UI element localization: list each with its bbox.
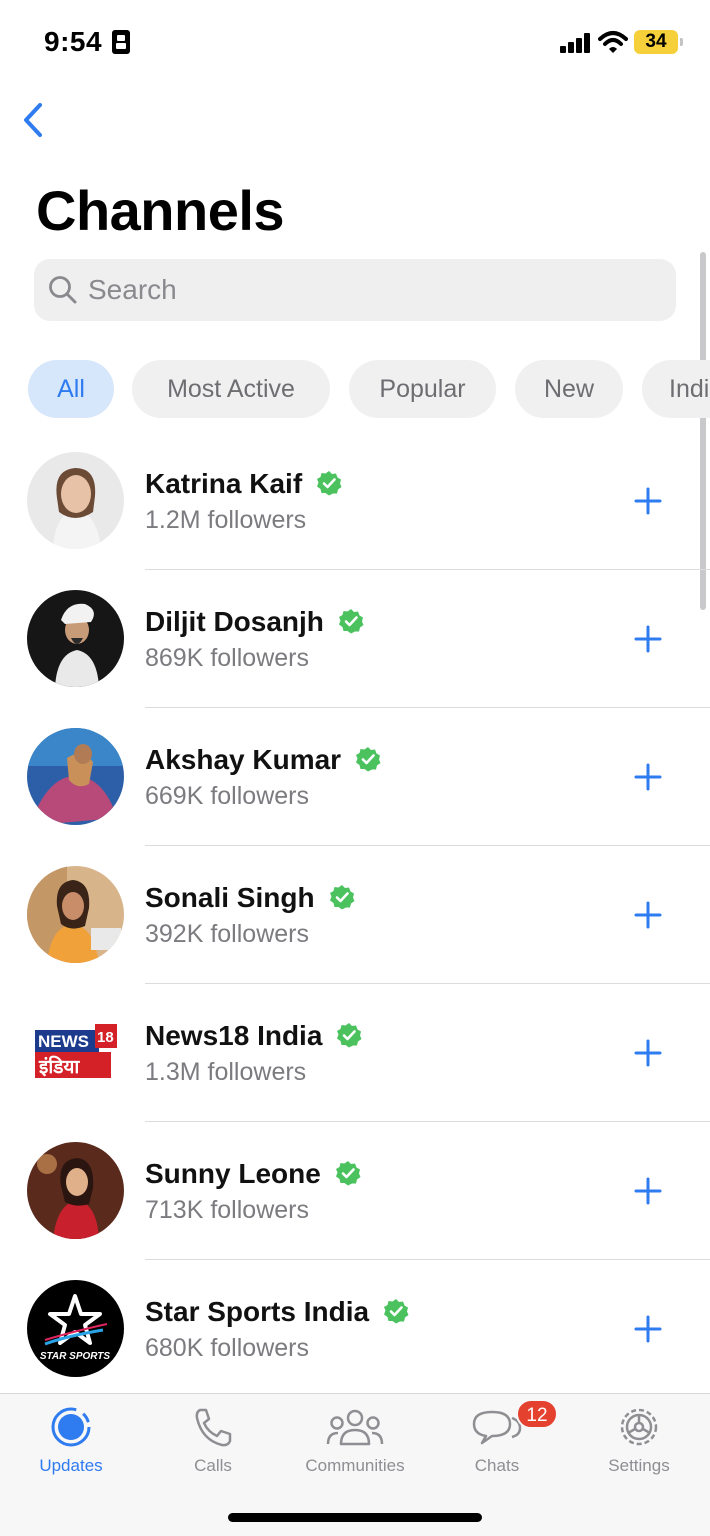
gear-icon [620,1408,658,1446]
channel-name: Diljit Dosanjh [145,606,364,638]
channel-avatar [27,590,124,687]
channel-avatar-star-sports-logo: STAR SPORTS [27,1280,124,1377]
channel-row[interactable]: NEWS 18 इंडिया News18 India 1.3M followe… [0,984,710,1122]
channel-name: Akshay Kumar [145,744,381,776]
tab-label: Updates [39,1456,103,1475]
channel-name: Sunny Leone [145,1158,361,1190]
communities-icon [326,1409,384,1446]
chats-unread-badge: 12 [516,1399,558,1429]
channel-row[interactable]: STAR SPORTS Star Sports India 680K follo… [0,1260,710,1398]
updates-icon [51,1407,91,1447]
tab-settings[interactable]: Settings [568,1394,710,1484]
channel-avatar [27,452,124,549]
home-indicator[interactable] [228,1513,482,1522]
follow-button[interactable] [628,481,668,521]
follow-button[interactable] [628,1309,668,1349]
back-button[interactable] [16,98,56,142]
channel-avatar [27,866,124,963]
channel-followers: 669K followers [145,782,309,810]
battery-indicator: 34 [634,30,678,54]
follow-button[interactable] [628,895,668,935]
channel-name: Star Sports India [145,1296,409,1328]
status-bar: 9:54 34 [0,0,710,86]
channel-avatar [27,1142,124,1239]
search-bar[interactable] [34,259,676,321]
filter-chip-india[interactable]: India [642,360,710,418]
follow-button[interactable] [628,619,668,659]
verified-badge-icon [335,1161,361,1186]
svg-text:इंडिया: इंडिया [38,1055,80,1078]
filter-chips: All Most Active Popular New India [0,360,710,418]
svg-text:NEWS: NEWS [38,1032,89,1051]
tab-label: Calls [194,1456,232,1475]
follow-button[interactable] [628,1171,668,1211]
channel-followers: 680K followers [145,1334,309,1362]
follow-button[interactable] [628,1033,668,1073]
tab-calls[interactable]: Calls [142,1394,284,1484]
channel-name: Sonali Singh [145,882,355,914]
tab-label: Settings [608,1456,670,1475]
filter-chip-popular[interactable]: Popular [349,360,496,418]
channel-followers: 1.3M followers [145,1058,307,1086]
sim-card-icon [112,30,130,54]
verified-badge-icon [317,471,342,496]
channel-followers: 1.2M followers [145,506,307,534]
filter-chip-all[interactable]: All [28,360,114,418]
search-icon [49,276,77,304]
channel-avatar-news18-logo: NEWS 18 इंडिया [27,1004,124,1101]
svg-text:STAR SPORTS: STAR SPORTS [40,1351,111,1362]
filter-chip-most-active[interactable]: Most Active [132,360,330,418]
cellular-signal-icon [560,33,592,53]
channel-followers: 869K followers [145,644,309,672]
wifi-icon [598,31,628,53]
battery-tip [680,38,683,46]
channel-row[interactable]: Katrina Kaif 1.2M followers [0,432,710,570]
svg-text:18: 18 [97,1029,114,1046]
follow-button[interactable] [628,757,668,797]
channel-followers: 713K followers [145,1196,309,1224]
tab-label: Communities [305,1456,405,1475]
page-title: Channels [36,179,285,242]
verified-badge-icon [338,609,364,634]
verified-badge-icon [337,1023,362,1048]
channel-row[interactable]: Akshay Kumar 669K followers [0,708,710,846]
verified-badge-icon [329,885,355,910]
tab-updates[interactable]: Updates [0,1394,142,1484]
channel-row[interactable]: Sunny Leone 713K followers [0,1122,710,1260]
tab-communities[interactable]: Communities [284,1394,426,1484]
search-input[interactable] [88,259,658,321]
verified-badge-icon [384,1299,409,1324]
phone-icon [195,1408,232,1447]
channel-followers: 392K followers [145,920,309,948]
channel-row[interactable]: Diljit Dosanjh 869K followers [0,570,710,708]
channel-row[interactable]: Sonali Singh 392K followers [0,846,710,984]
channel-name: News18 India [145,1020,362,1052]
status-time: 9:54 [44,26,103,57]
channel-name: Katrina Kaif [145,468,342,500]
chevron-left-icon [24,103,42,137]
verified-badge-icon [356,747,381,772]
tab-label: Chats [474,1456,520,1475]
filter-chip-new[interactable]: New [515,360,623,418]
channel-avatar [27,728,124,825]
